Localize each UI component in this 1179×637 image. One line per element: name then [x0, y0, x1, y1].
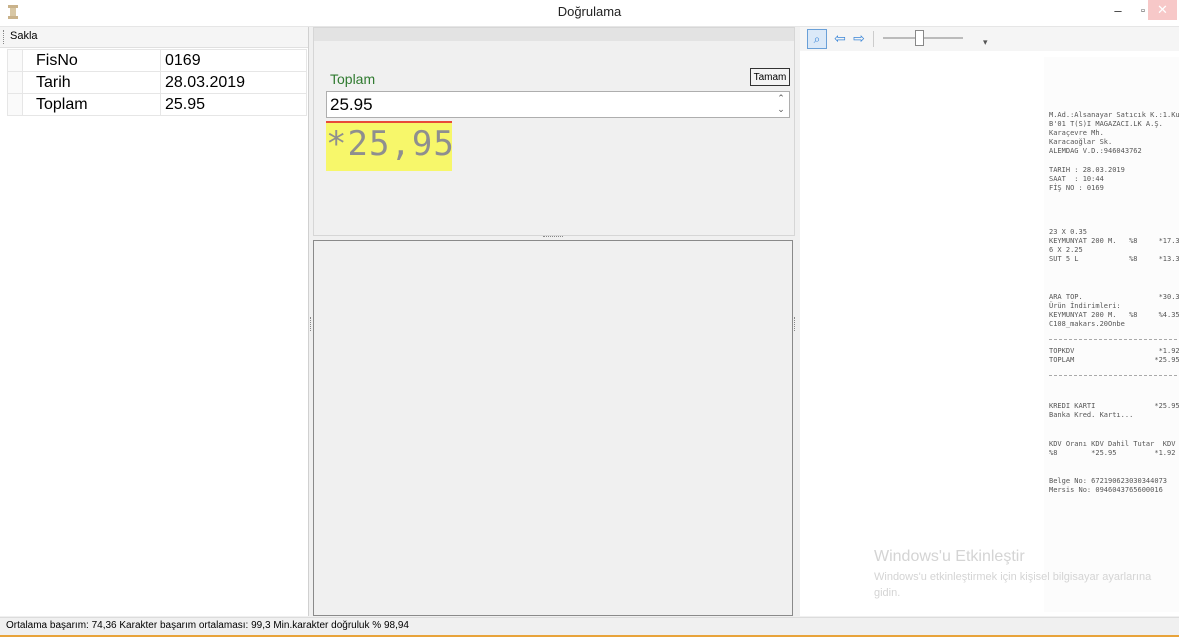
ocr-crop-image: *25,95 — [326, 121, 452, 171]
field-value[interactable]: 0169 — [160, 49, 307, 72]
title-bar: Doğrulama – ▫ ✕ — [0, 0, 1179, 27]
receipt-line: KDV Oranı KDV Dahil Tutar KDV — [1049, 440, 1176, 448]
field-list-pane: Sakla FisNo 0169 Tarih 28.03.2019 Toplam… — [0, 27, 309, 616]
row-header[interactable] — [7, 93, 23, 116]
receipt-line: FİŞ NO : 0169 — [1049, 184, 1104, 192]
receipt-line: Belge No: 672190623030344073 — [1049, 477, 1168, 485]
receipt-line: 23 X 0.35 — [1049, 228, 1087, 236]
receipt-divider — [1049, 375, 1177, 376]
field-key: Tarih — [22, 71, 161, 94]
receipt-line: M.Ad.:Alsanayar Satıcık K.:1.Kula.0727 — [1049, 111, 1179, 119]
left-toolbar: Sakla — [0, 27, 308, 48]
field-value[interactable]: 28.03.2019 — [160, 71, 307, 94]
field-label: Toplam — [330, 71, 376, 87]
table-row[interactable]: Tarih 28.03.2019 — [7, 71, 307, 94]
receipt-line: ARA TOP. *30.30 — [1049, 293, 1179, 301]
watermark-text: Windows'u etkinleştirmek için kişisel bi… — [874, 571, 1152, 599]
overflow-icon[interactable]: ▾ — [983, 37, 988, 48]
receipt-line: KREDI KARTI *25.95 — [1049, 402, 1179, 410]
crop-border-line — [326, 121, 452, 123]
receipt-line: TOPKDV *1.92 — [1049, 347, 1179, 355]
zoom-slider-thumb[interactable] — [914, 30, 924, 46]
receipt-line: Ürün İndirimleri: — [1049, 302, 1121, 310]
receipt-line: Karacaoğlar Sk. — [1049, 138, 1113, 146]
fields-grid: FisNo 0169 Tarih 28.03.2019 Toplam 25.95 — [7, 49, 307, 116]
field-value[interactable]: 25.95 — [160, 93, 307, 116]
editor-header-strip — [314, 28, 794, 41]
status-text: Ortalama başarım: 74,36 Karakter başarım… — [6, 620, 409, 631]
horizontal-splitter[interactable] — [313, 235, 793, 239]
receipt-divider — [1049, 339, 1177, 340]
receipt-line: ALEMDAG V.D.:946043762 — [1049, 147, 1142, 155]
value-input-text[interactable]: 25.95 — [330, 95, 373, 115]
row-header[interactable] — [7, 71, 23, 94]
receipt-line: TARIH : 28.03.2019 — [1049, 166, 1125, 174]
row-header[interactable] — [7, 49, 23, 72]
toolbar-separator — [873, 31, 874, 47]
receipt-line: %8 *25.95 *1.92 — [1049, 449, 1176, 457]
table-row[interactable]: FisNo 0169 — [7, 49, 307, 72]
receipt-line: B'01 T(S)I MAGAZACI.LK A.Ş. — [1049, 120, 1163, 128]
field-editor-panel: Toplam Tamam 25.95 ⌃ ⌄ *25,95 — [313, 27, 795, 236]
image-viewer: ⌕ ⇦ ⇨ ▾ M.Ad.:Alsanayar Satıcık K.:1.Kul… — [800, 27, 1179, 616]
preview-panel — [313, 240, 793, 616]
close-button[interactable]: ✕ — [1148, 0, 1177, 20]
arrow-left-icon[interactable]: ⇦ — [831, 29, 849, 47]
receipt-line: KEYMUNYAT 200 M. %8 %4.35- — [1049, 311, 1179, 319]
receipt-line: C108_makars.20Onbe — [1049, 320, 1125, 328]
save-button[interactable]: Sakla — [10, 30, 38, 42]
toolbar-grip[interactable] — [3, 30, 6, 44]
left-splitter[interactable] — [309, 27, 312, 616]
right-splitter[interactable] — [793, 27, 799, 616]
spin-buttons[interactable]: ⌃ ⌄ — [775, 93, 787, 115]
receipt-image: M.Ad.:Alsanayar Satıcık K.:1.Kula.0727 B… — [1044, 57, 1179, 612]
magnifier-icon[interactable]: ⌕ — [807, 29, 827, 49]
status-bar: Ortalama başarım: 74,36 Karakter başarım… — [0, 617, 1179, 637]
chevron-down-icon[interactable]: ⌄ — [775, 104, 787, 115]
value-input[interactable]: 25.95 ⌃ ⌄ — [326, 91, 790, 118]
watermark-title: Windows'u Etkinleştir — [874, 548, 1025, 565]
receipt-line: KEYMUNYAT 200 M. %8 *17.30 — [1049, 237, 1179, 245]
field-key: Toplam — [22, 93, 161, 116]
receipt-line: 6 X 2.25 — [1049, 246, 1083, 254]
window-title: Doğrulama — [557, 4, 622, 19]
ok-button[interactable]: Tamam — [750, 68, 790, 86]
viewer-toolbar: ⌕ ⇦ ⇨ ▾ — [800, 27, 1179, 51]
chevron-up-icon[interactable]: ⌃ — [775, 93, 787, 104]
crop-text: *25,95 — [326, 124, 452, 164]
arrow-right-icon[interactable]: ⇨ — [850, 29, 868, 47]
field-key: FisNo — [22, 49, 161, 72]
activation-watermark: Windows'u Etkinleştir Windows'u etkinleş… — [874, 548, 1164, 601]
receipt-line: SUT 5 L %8 *13.30 — [1049, 255, 1179, 263]
table-row[interactable]: Toplam 25.95 — [7, 93, 307, 116]
receipt-line: TOPLAM *25.95 — [1049, 356, 1179, 364]
receipt-line: SAAT : 10:44 — [1049, 175, 1104, 183]
receipt-line: Banka Kred. Kartı... — [1049, 411, 1134, 419]
receipt-line: Karaçevre Mh. — [1049, 129, 1104, 137]
receipt-line: Mersis No: 0946043765600016 — [1049, 486, 1163, 494]
